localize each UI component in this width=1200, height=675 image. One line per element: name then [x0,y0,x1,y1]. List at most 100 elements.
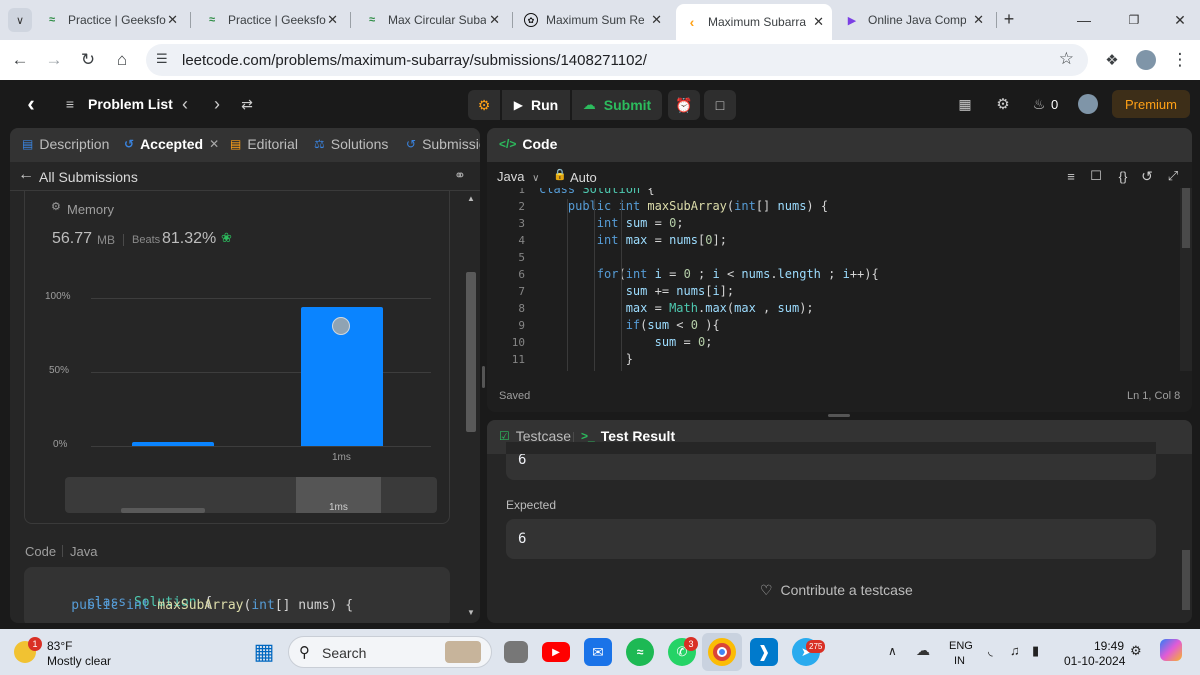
site-info-icon[interactable]: ☰ [156,51,168,67]
vertical-resize-handle[interactable] [482,366,485,388]
task-view-icon[interactable] [504,641,528,663]
taskbar-search[interactable]: ⚲ Search [288,636,492,668]
tab-search-button[interactable]: ∨ [8,8,32,32]
result-scrollbar[interactable] [1180,454,1192,623]
braces-icon[interactable]: {} [1113,168,1133,184]
prev-problem-icon[interactable]: ‹ [176,94,194,114]
bookmark-star-icon[interactable]: ☆ [1059,49,1074,69]
clock-date[interactable]: 01-10-2024 [1064,654,1125,668]
browser-tab[interactable]: ✿ Maximum Sum Rectangle ✕ [516,6,670,34]
format-icon[interactable]: ≡ [1063,168,1079,184]
user-avatar[interactable] [1078,94,1098,114]
new-tab-button[interactable]: + [998,8,1020,30]
run-button[interactable]: ▶ Run [502,90,570,120]
home-icon[interactable]: ⌂ [112,50,132,70]
problem-list-icon[interactable]: ≡ [62,96,78,112]
browser-tab[interactable]: ≈ Practice | GeeksforGeeks ✕ [36,6,186,34]
minimize-icon[interactable]: — [1074,10,1094,30]
code-line[interactable]: for(int i = 0 ; i < nums.length ; i++){ [539,267,879,284]
code-line[interactable]: class Solution { [539,188,655,199]
chart-bar[interactable] [301,307,383,446]
language-indicator-eng[interactable]: ENG [949,640,973,652]
extension-icon[interactable]: ❖ [1102,50,1122,70]
alarm-icon[interactable]: ⏰ [668,90,700,120]
onedrive-icon[interactable]: ☁ [916,642,930,659]
close-tab-icon[interactable]: ✕ [973,12,984,28]
vscode-icon[interactable]: ❱ [750,638,778,666]
code-line[interactable]: public int maxSubArray(int[] nums) { [539,199,828,216]
notes-icon[interactable]: □ [704,90,736,120]
code-line[interactable]: sum += nums[i]; [539,284,734,301]
tab-editorial[interactable]: ▤ Editorial [230,136,298,152]
code-line[interactable]: } [539,352,633,369]
share-link-icon[interactable]: ⚭ [454,167,466,184]
weather-widget[interactable]: 1 83°F Mostly clear [14,637,134,669]
settings-icon[interactable]: ⚙ [994,95,1012,113]
reset-icon[interactable]: ↺ [1139,168,1155,184]
shuffle-icon[interactable]: ⇄ [238,94,256,114]
tab-accepted[interactable]: ↺ Accepted ✕ [124,136,219,152]
address-bar[interactable]: ☰ leetcode.com/problems/maximum-subarray… [146,44,1088,76]
back-arrow-icon[interactable]: ← [18,166,34,184]
close-tab-icon[interactable]: ✕ [327,12,338,28]
browser-tab[interactable]: ≈ Max Circular Subarray ✕ [356,6,508,34]
close-tab-icon[interactable]: ✕ [813,14,824,30]
tab-code[interactable]: </> Code [499,136,557,152]
weather-desc: Mostly clear [47,654,112,668]
all-submissions-link[interactable]: All Submissions [39,169,138,185]
close-tab-icon[interactable]: ✕ [651,12,662,28]
expand-icon[interactable]: ⤢ [1165,168,1181,184]
code-line[interactable]: sum = 0; [539,335,713,352]
clock-time[interactable]: 19:49 [1094,639,1124,653]
show-hidden-icons[interactable]: ∧ [888,644,897,658]
close-tab-icon[interactable]: ✕ [167,12,178,28]
spotify-icon[interactable]: ≈ [626,638,654,666]
auto-mode-label[interactable]: Auto [570,170,597,185]
tab-solutions[interactable]: ⚖ Solutions [314,136,388,152]
windows-taskbar: 1 83°F Mostly clear ▦ ⚲ Search ▶ ✉ ≈ ✆ 3… [0,629,1200,675]
chart-bar[interactable] [132,442,214,446]
code-editor-panel: </> Code Java ∨ 🔒 Auto ≡ ☐ {} ↺ ⤢ 1 class… [487,128,1192,412]
code-line[interactable]: max = Math.max(max , sum); [539,301,814,318]
chrome-icon[interactable] [708,638,736,666]
language-select[interactable]: Java ∨ [497,169,539,184]
close-tab-icon[interactable]: ✕ [489,12,500,28]
premium-button[interactable]: Premium [1112,90,1190,118]
next-problem-icon[interactable]: › [208,94,226,114]
leetcode-logo-icon[interactable]: ‹ [20,91,42,116]
youtube-icon[interactable]: ▶ [542,642,570,662]
forward-icon[interactable]: → [44,50,64,70]
debug-button[interactable]: ⚙ [468,90,500,120]
windows-start-icon[interactable]: ▦ [250,638,278,666]
restore-icon[interactable]: ❐ [1124,10,1144,30]
problem-list-link[interactable]: Problem List [88,96,173,112]
layout-icon[interactable]: ▦ [956,95,974,113]
browser-tab-active[interactable]: ‹ Maximum Subarray ✕ [676,4,832,40]
editor-scrollbar[interactable] [1180,188,1192,371]
reload-icon[interactable]: ↻ [78,50,98,70]
wifi-icon[interactable]: ◟ [988,644,993,658]
submit-button[interactable]: ☁ Submit [572,90,662,120]
mail-icon[interactable]: ✉ [584,638,612,666]
streak-fire-icon[interactable]: ♨ [1030,95,1048,113]
close-window-icon[interactable]: ✕ [1170,10,1190,30]
copilot-icon[interactable] [1160,639,1182,661]
code-line[interactable]: int sum = 0; [539,216,684,233]
left-scrollbar[interactable]: ▲ ▼ [466,192,476,622]
profile-avatar[interactable] [1136,50,1156,70]
code-editor-area[interactable]: 1 class Solution {2 public int maxSubArra… [487,188,1180,371]
bookmark-icon[interactable]: ☐ [1088,168,1104,184]
browser-tab[interactable]: ▶ Online Java Compiler ✕ [836,6,992,34]
panel-resize-handle[interactable] [828,414,850,417]
volume-icon[interactable]: ♫ [1010,643,1020,658]
contribute-testcase-link[interactable]: ♡ Contribute a testcase [760,582,913,599]
close-tab-icon[interactable]: ✕ [209,137,219,151]
browser-menu-icon[interactable]: ⋮ [1170,50,1190,70]
tab-submissions[interactable]: ↺ Submissions [406,136,480,152]
back-icon[interactable]: ← [10,50,30,70]
range-selector[interactable]: 1ms [65,477,437,513]
browser-tab[interactable]: ≈ Practice | GeeksforGeeks ✕ [196,6,346,34]
battery-icon[interactable]: ▮ [1032,643,1039,659]
tab-description[interactable]: ▤ Description [22,136,109,152]
notifications-icon[interactable]: ⚙ [1130,643,1142,659]
